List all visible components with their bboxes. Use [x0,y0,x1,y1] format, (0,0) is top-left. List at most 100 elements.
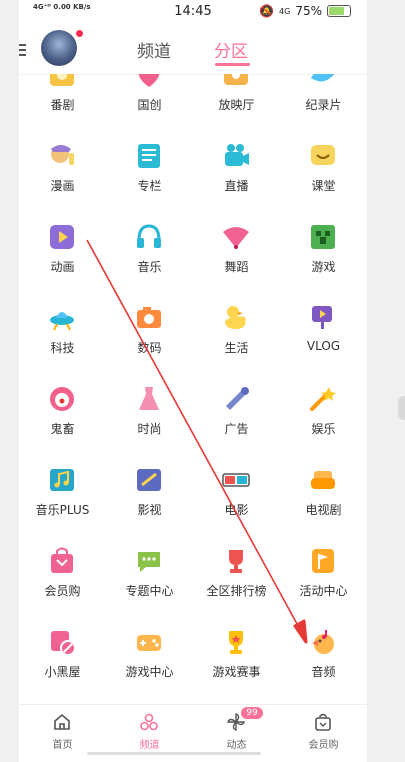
zone-item-label: 音乐PLUS [35,503,90,517]
tab-zone[interactable]: 分区 [214,37,248,62]
zone-item[interactable]: 动画 [19,213,106,293]
nav-home[interactable]: 首页 [19,705,106,755]
magic-wand-icon [310,387,336,411]
zone-item[interactable]: 电影 [193,456,280,536]
zone-item[interactable]: 鬼畜 [19,375,106,455]
home-indicator [87,752,261,755]
signal-label: 4G [279,6,291,16]
zone-item[interactable]: 游戏赛事 [193,618,280,698]
duck-icon [225,306,246,329]
megaphone-icon [226,387,249,410]
zone-item[interactable]: 音乐PLUS [19,456,106,536]
shopping-bag-icon [51,547,73,573]
ufo-icon [50,312,74,331]
zone-item-label: 科技 [50,341,75,355]
bangumi-icon [50,74,74,86]
zone-item-label: 游戏中心 [125,665,174,679]
floating-handle[interactable] [398,396,405,420]
classroom-icon [311,145,335,165]
nav-home-label: 首页 [52,740,73,751]
zone-item-label: 生活 [224,341,249,355]
flag-icon [312,549,334,573]
zone-item[interactable]: 生活 [193,294,280,374]
film-icon [137,469,161,491]
music-plus-icon [50,469,74,491]
column-icon [138,144,160,168]
channel-icon [140,713,158,731]
mute-icon: 🔕 [259,4,275,18]
nav-channel[interactable]: 频道 [106,705,193,755]
zone-item[interactable]: 漫画 [19,132,106,212]
zone-item-label: 娱乐 [311,422,336,436]
zone-item[interactable]: 音频 [280,618,367,698]
zone-item[interactable]: 纪录片 [280,74,367,131]
zone-item-label: 动画 [50,260,75,274]
audio-bird-icon [312,630,334,654]
dress-icon [139,387,159,410]
tab-channel[interactable]: 频道 [137,37,171,62]
zone-item[interactable]: 舞蹈 [193,213,280,293]
zone-item-label: 小黑屋 [44,665,81,679]
zone-item[interactable]: 国创 [106,74,193,131]
zone-item-label: 放映厅 [218,98,255,112]
zone-item[interactable]: 直播 [193,132,280,212]
battery-percent: 75% [295,4,322,18]
ranking-trophy-icon [229,550,243,573]
zone-item-label: 电影 [224,503,249,517]
zone-item-label: 纪录片 [305,98,342,112]
blacklist-icon [51,631,76,656]
zone-item[interactable]: 专栏 [106,132,193,212]
zone-item[interactable]: 小黑屋 [19,618,106,698]
menu-icon[interactable] [19,44,26,59]
zone-item-label: 全区排行榜 [206,584,267,598]
zone-item[interactable]: 会员购 [19,537,106,617]
zone-item-label: 电视剧 [305,503,342,517]
zone-item-label: 专题中心 [125,584,174,598]
zone-item[interactable]: 放映厅 [193,74,280,131]
zone-item-label: 国创 [137,98,162,112]
trophy-icon [229,631,243,654]
nav-dynamic[interactable]: 99 动态 [193,705,280,755]
zone-item[interactable]: VLOG [280,294,367,374]
chat-bubble-icon [138,552,160,572]
zone-item[interactable]: 数码 [106,294,193,374]
zone-item[interactable]: 活动中心 [280,537,367,617]
status-bar: 4G⁺ᴰ 0.00 KB/s 14:45 🔕 4G 75% [19,0,367,22]
zone-item-label: VLOG [306,339,341,353]
zone-item[interactable]: 游戏中心 [106,618,193,698]
creeper-icon [311,225,335,249]
zone-item[interactable]: 广告 [193,375,280,455]
shopping-bag-icon [315,713,331,731]
zone-item-label: 游戏 [311,260,336,274]
zone-grid: 番剧 国创 放映厅 纪录片漫画 专栏 直播 课堂动画 音乐 舞蹈 游戏科技 数码 生活 VLOG 鬼畜 时尚… [19,74,367,704]
guochuang-icon [138,74,160,87]
zone-item[interactable]: 科技 [19,294,106,374]
zone-item-label: 专栏 [137,179,162,193]
zone-item-label: 漫画 [50,179,75,193]
zone-item[interactable]: 番剧 [19,74,106,131]
vlog-icon [312,306,332,329]
nav-shop[interactable]: 会员购 [280,705,367,755]
zone-item[interactable]: 游戏 [280,213,367,293]
zone-item[interactable]: 课堂 [280,132,367,212]
avatar[interactable] [41,30,77,66]
phone-screen: 4G⁺ᴰ 0.00 KB/s 14:45 🔕 4G 75% 频道 分区 番剧 国创… [19,0,367,762]
zone-item-label: 音乐 [137,260,162,274]
fan-icon [223,227,249,249]
zone-item-label: 音频 [311,665,336,679]
zone-item-label: 鬼畜 [50,422,75,436]
status-icons: 🔕 4G 75% [259,4,351,18]
zone-item[interactable]: 专题中心 [106,537,193,617]
zone-item-label: 数码 [137,341,162,355]
zone-item[interactable]: 全区排行榜 [193,537,280,617]
zone-item[interactable]: 时尚 [106,375,193,455]
zone-item[interactable]: 影视 [106,456,193,536]
zone-item[interactable]: 娱乐 [280,375,367,455]
clown-icon [50,387,74,411]
headphones-icon [137,224,161,248]
zone-item[interactable]: 音乐 [106,213,193,293]
zone-item[interactable]: 电视剧 [280,456,367,536]
zone-item-label: 会员购 [44,584,81,598]
sofa-icon [311,471,335,489]
nav-shop-label: 会员购 [308,740,339,751]
